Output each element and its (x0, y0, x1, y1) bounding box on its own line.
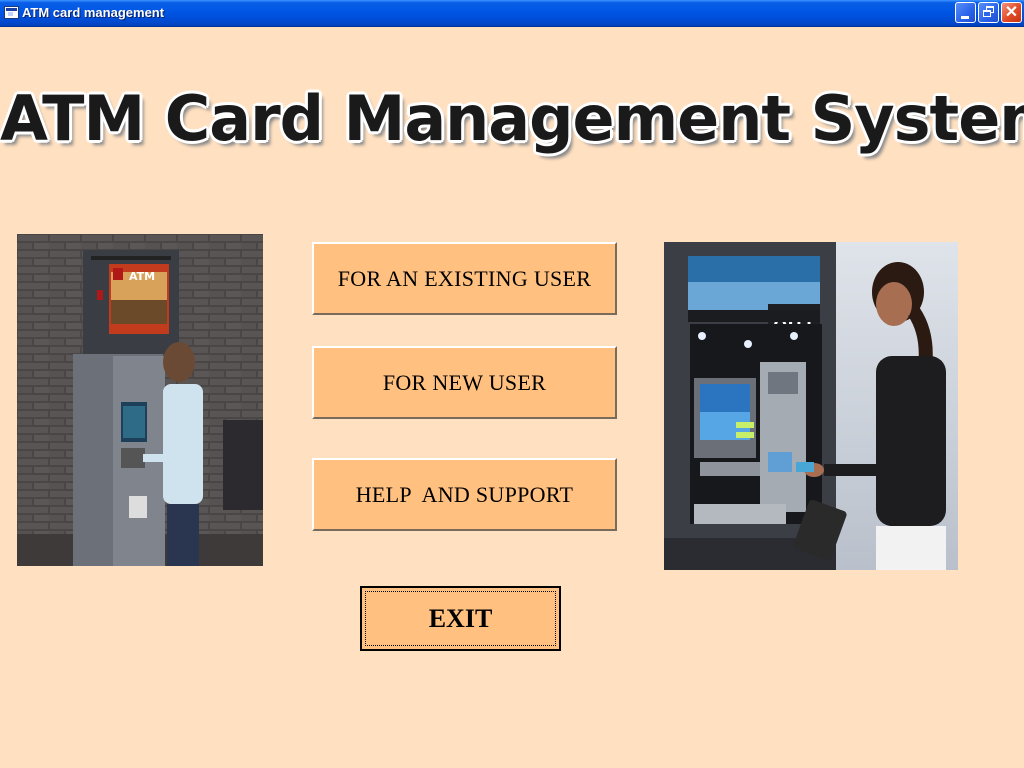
window-title-bar[interactable]: ATM card management ✕ (0, 0, 1024, 27)
new-user-button[interactable]: FOR NEW USER (312, 346, 617, 419)
minimize-icon (956, 3, 975, 22)
close-icon: ✕ (1004, 4, 1019, 21)
atm-photo-left: ATM (17, 234, 263, 566)
minimize-button[interactable] (955, 2, 976, 23)
existing-user-button[interactable]: FOR AN EXISTING USER (312, 242, 617, 315)
window-title: ATM card management (22, 5, 165, 20)
help-support-button[interactable]: HELP AND SUPPORT (312, 458, 617, 531)
page-title: ATM Card Management System (0, 82, 1024, 155)
restore-icon (979, 3, 998, 22)
exit-button[interactable]: EXIT (360, 586, 561, 651)
svg-text:ATM: ATM (129, 270, 155, 283)
app-icon (4, 6, 19, 19)
restore-button[interactable] (978, 2, 999, 23)
atm-photo-right: ATM (664, 242, 958, 570)
close-button[interactable]: ✕ (1001, 2, 1022, 23)
